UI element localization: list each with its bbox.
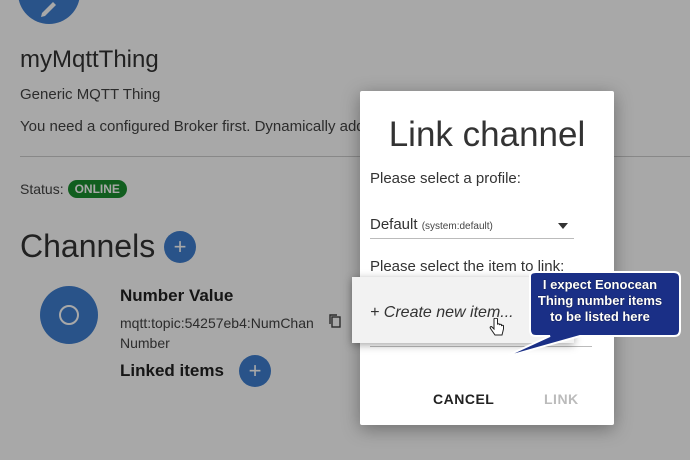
link-button[interactable]: LINK [544, 391, 579, 407]
profile-label: Please select a profile: [370, 170, 521, 187]
cancel-button[interactable]: CANCEL [433, 391, 494, 407]
profile-value: Default [370, 216, 418, 233]
profile-value-id: (system:default) [421, 221, 493, 232]
profile-select[interactable]: Default (system:default) [370, 216, 574, 239]
chevron-down-icon [558, 223, 568, 229]
callout-text: I expect Eonocean Thing number items to … [537, 277, 663, 324]
dialog-title: Link channel [388, 115, 586, 154]
